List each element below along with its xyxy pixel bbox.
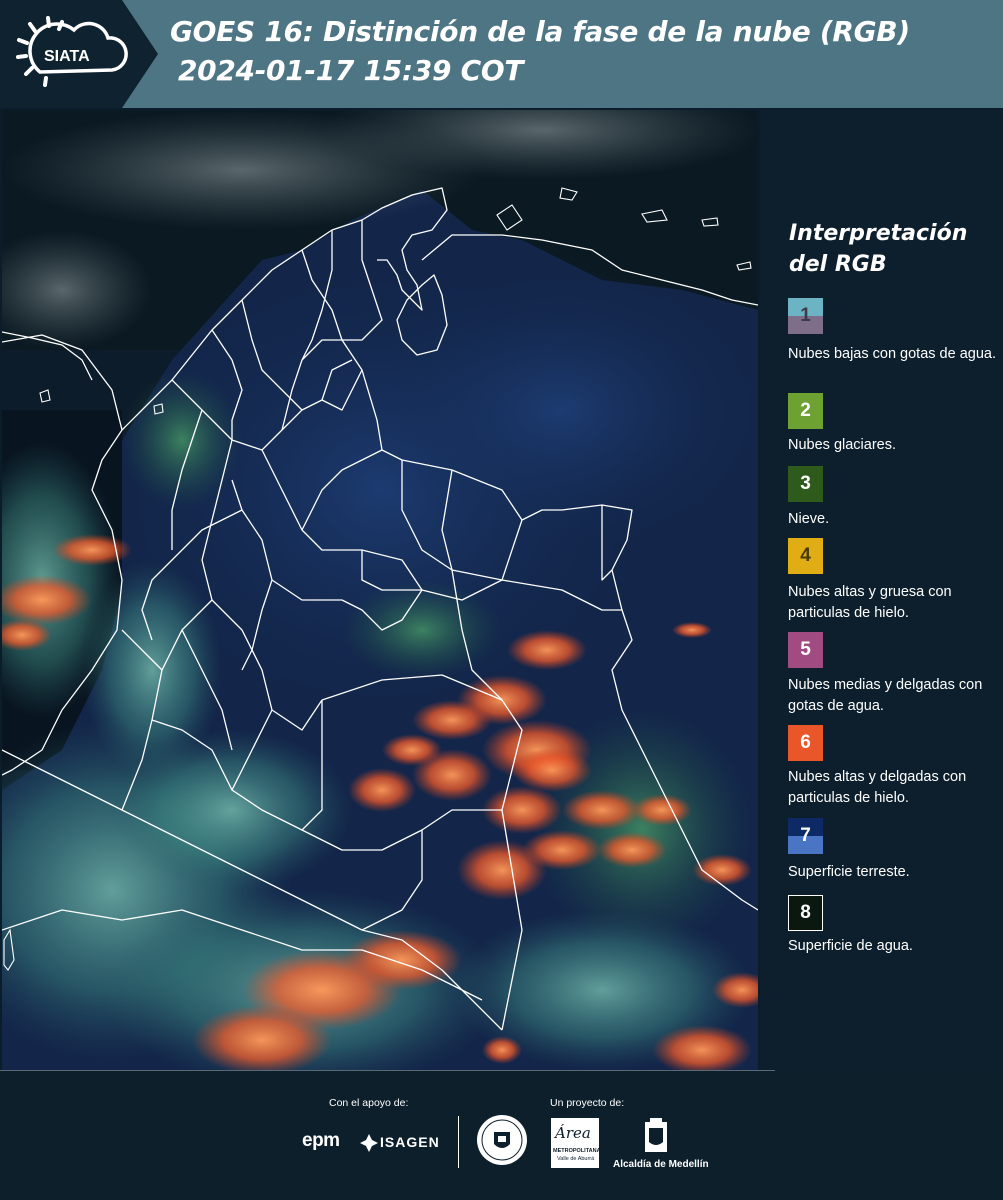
logo-text: SIATA <box>44 48 90 65</box>
legend-number-8: 8 <box>800 902 811 923</box>
medellin-crest-icon <box>643 1118 669 1156</box>
legend-label-2: Nubes glaciares. <box>788 437 896 453</box>
legend-label-1: Nubes bajas con gotas de agua. <box>788 346 996 362</box>
legend-title-line1: Interpretación <box>789 221 968 246</box>
legend-label-7: Superficie terreste. <box>788 864 910 880</box>
legend-swatch-5: 5 <box>788 632 823 668</box>
legend-swatch-6: 6 <box>788 725 823 761</box>
legend-number-7: 7 <box>800 825 811 846</box>
epm-logo: epm <box>302 1130 340 1151</box>
legend-label-6: Nubes altas y delgadas con particulas de… <box>788 769 967 806</box>
footer: Con el apoyo de: Un proyecto de: epm ISA… <box>0 1070 1003 1200</box>
siata-logo: SIATA <box>0 0 160 108</box>
legend-number-6: 6 <box>800 732 811 753</box>
satellite-rgb-map <box>2 110 758 1070</box>
legend-swatch-1: 1 <box>788 298 823 334</box>
legend-number-2: 2 <box>800 400 811 421</box>
legend-label-8: Superficie de agua. <box>788 938 913 954</box>
legend-swatch-2: 2 <box>788 393 823 429</box>
footer-divider <box>0 1070 775 1071</box>
legend-number-1: 1 <box>800 305 811 326</box>
support-caption: Con el apoyo de: <box>329 1097 409 1109</box>
page-title: GOES 16: Distinción de la fase de la nub… <box>170 15 910 48</box>
project-caption: Un proyecto de: <box>550 1097 625 1109</box>
alcaldia-medellin-text: Alcaldía de Medellín <box>613 1159 709 1170</box>
legend-number-5: 5 <box>800 639 811 660</box>
area-metropolitana-logo: Área METROPOLITANA Valle de Aburrá <box>551 1118 601 1168</box>
legend-swatch-7: 7 <box>788 818 823 854</box>
legend-title-line2: del RGB <box>789 252 887 277</box>
legend-label-3: Nieve. <box>788 511 830 527</box>
legend-number-3: 3 <box>800 473 811 494</box>
area-logo-sub1: METROPOLITANA <box>553 1148 601 1154</box>
legend-swatch-3: 3 <box>788 466 823 502</box>
area-logo-text: Área <box>555 1124 591 1142</box>
legend-swatch-4: 4 <box>788 538 823 574</box>
isagen-icon <box>360 1134 378 1152</box>
isagen-logo: ISAGEN <box>380 1134 440 1150</box>
legend-number-4: 4 <box>800 545 811 566</box>
footer-separator <box>458 1116 459 1168</box>
header-bar: SIATA GOES 16: Distinción de la fase de … <box>0 0 1003 108</box>
legend-panel: Interpretación del RGB 1 Nubes bajas con… <box>760 110 1003 1070</box>
legend-label-4: Nubes altas y gruesa con particulas de h… <box>788 584 952 621</box>
page-timestamp: 2024-01-17 15:39 COT <box>178 54 524 87</box>
area-logo-sub2: Valle de Aburrá <box>557 1156 595 1162</box>
legend-label-5: Nubes medias y delgadas con gotas de agu… <box>788 677 983 714</box>
legend-swatch-8: 8 <box>788 895 823 931</box>
legend-title: Interpretación del RGB <box>789 218 999 280</box>
government-seal-icon <box>476 1114 528 1166</box>
